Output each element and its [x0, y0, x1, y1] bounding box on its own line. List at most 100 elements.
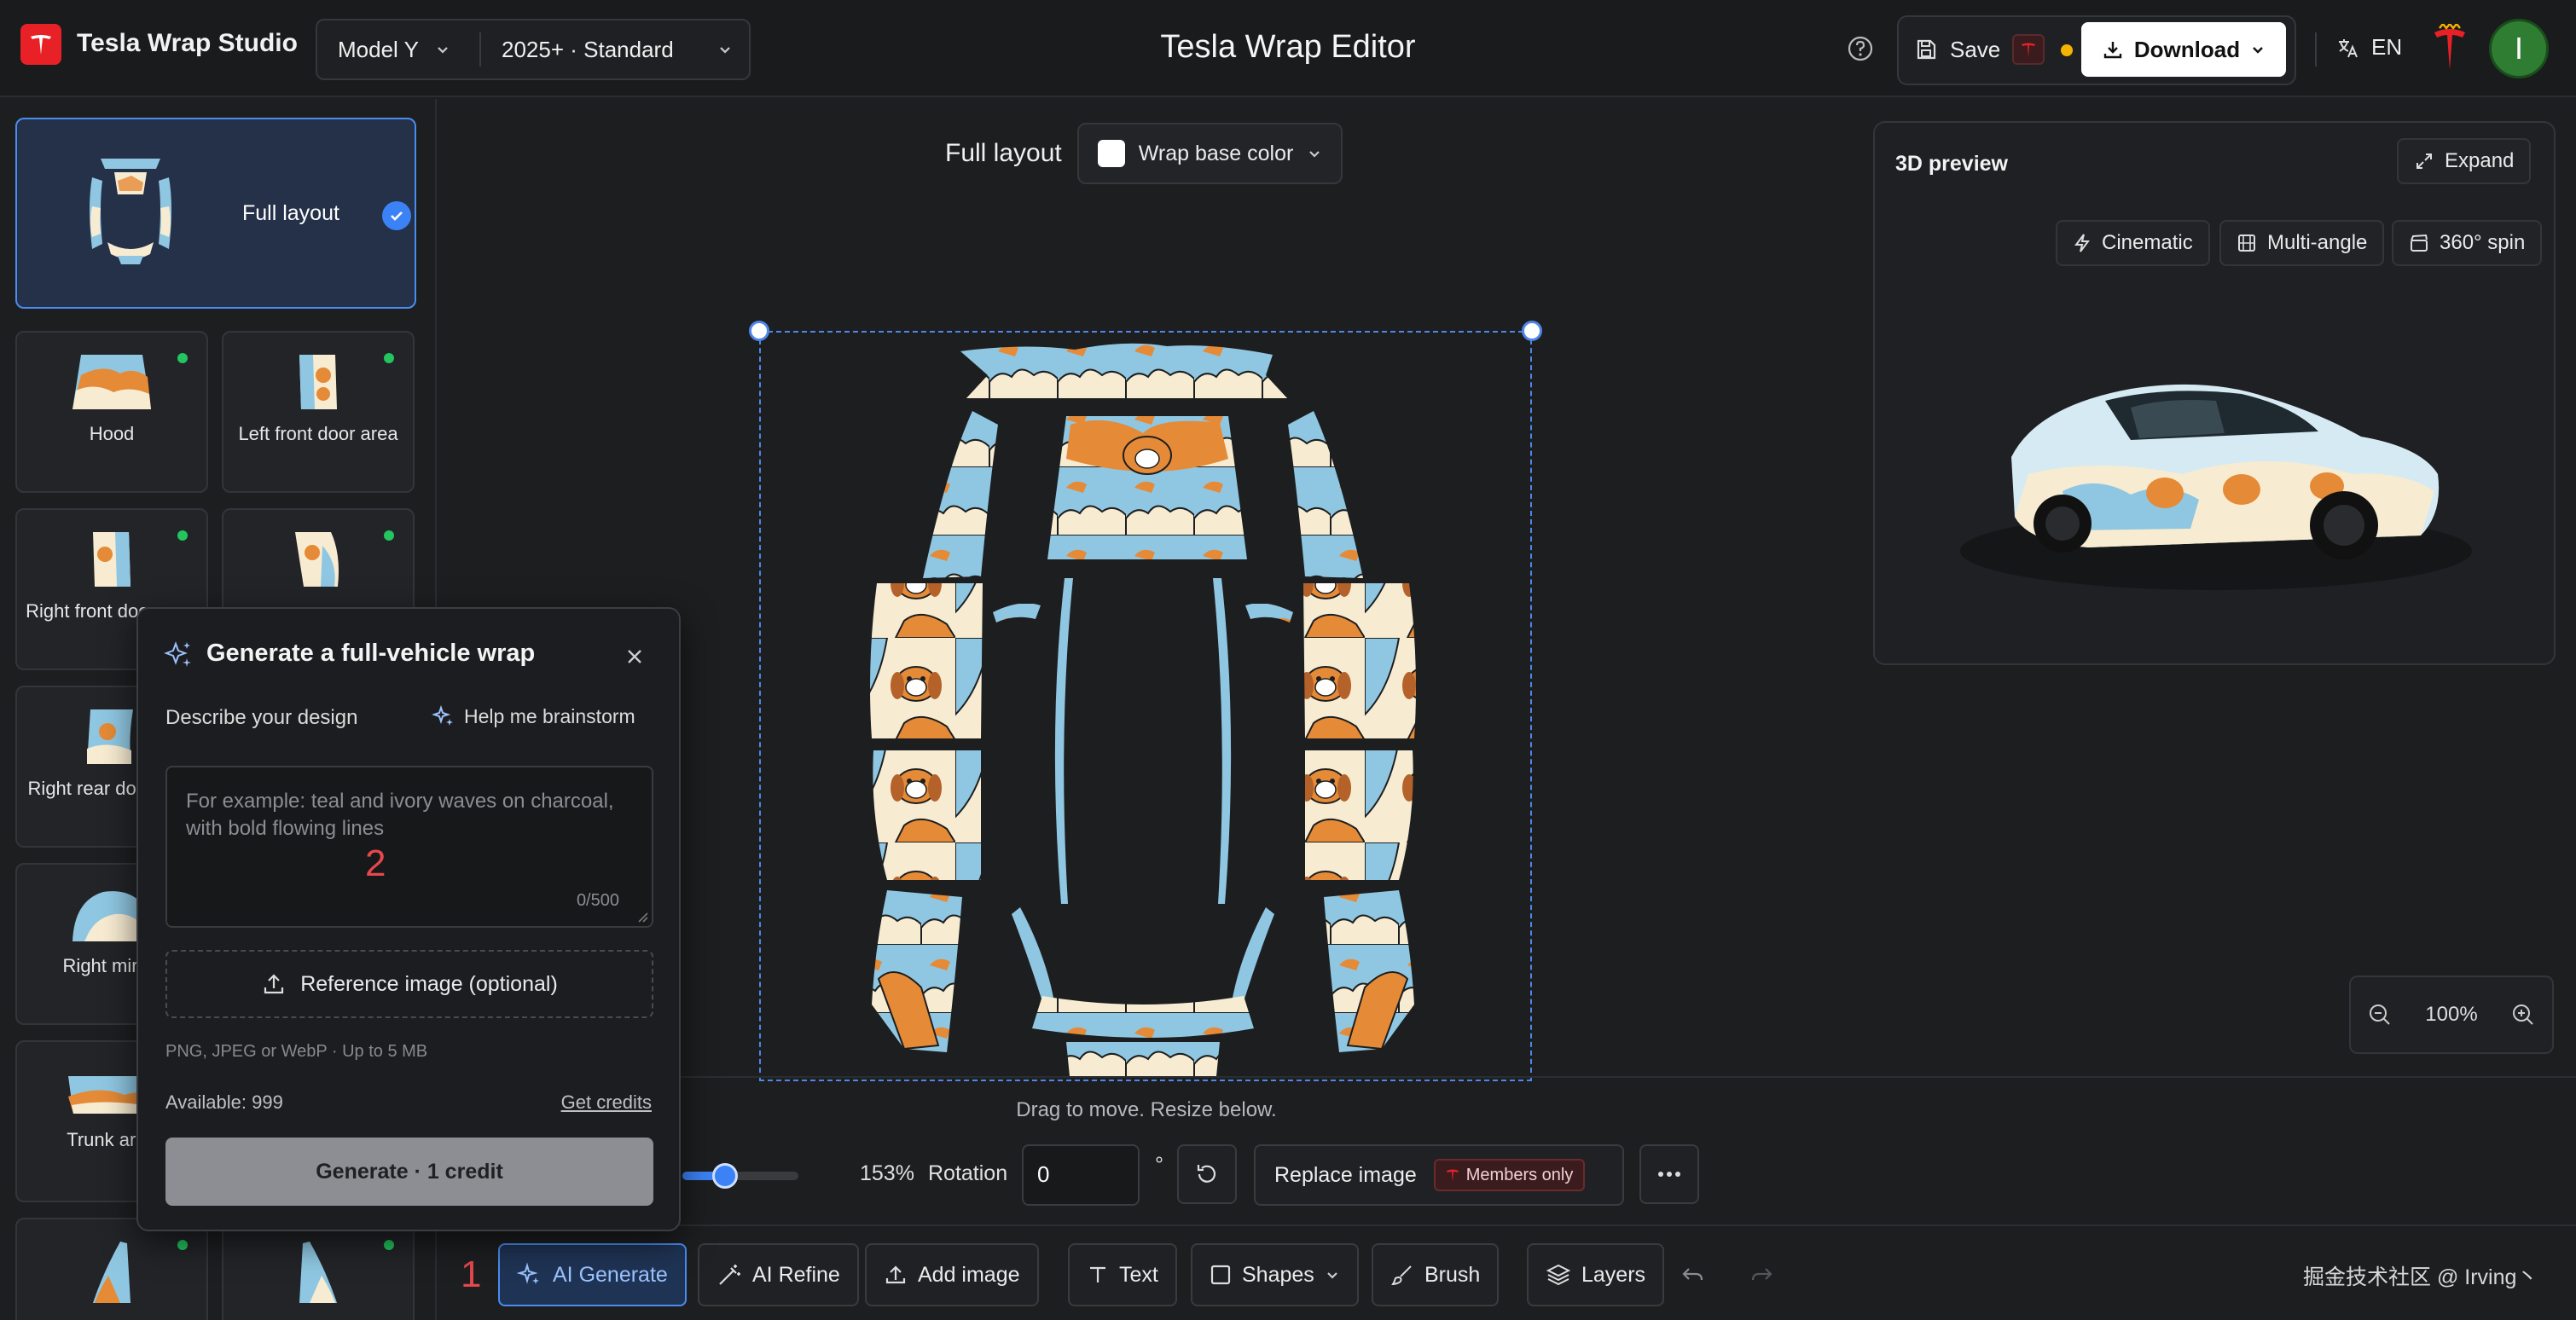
describe-design-label: Describe your design — [165, 706, 358, 729]
wrap-layout-artwork[interactable] — [853, 331, 1433, 1076]
translate-icon — [2335, 35, 2361, 61]
download-button[interactable]: Download — [2081, 22, 2286, 77]
expand-button[interactable]: Expand — [2397, 138, 2532, 184]
premium-badge-icon — [2012, 34, 2045, 65]
resize-grip-icon[interactable] — [636, 911, 648, 923]
watermark-text: 掘金技术社区 @ Irving丶 — [2303, 1265, 2538, 1289]
degree-symbol: ° — [1155, 1153, 1163, 1177]
preview-panel: 3D preview Expand Cinematic Multi-angle … — [1873, 121, 2556, 665]
chevron-down-icon — [1325, 1267, 1340, 1282]
lightning-icon — [2073, 233, 2092, 253]
layers-button[interactable]: Layers — [1527, 1243, 1665, 1306]
upload-icon — [884, 1263, 908, 1287]
full-layout-thumbnail — [84, 155, 177, 266]
reset-rotation-button[interactable] — [1177, 1144, 1237, 1204]
magic-wand-icon — [717, 1262, 742, 1288]
ai-refine-button[interactable]: AI Refine — [698, 1243, 859, 1306]
rotation-input[interactable]: 0 — [1022, 1144, 1140, 1206]
quarter-thumbnail — [293, 1238, 344, 1306]
rotation-label: Rotation — [928, 1161, 1008, 1185]
generate-button[interactable]: Generate · 1 credit — [165, 1138, 653, 1206]
mode-label: 360° spin — [2440, 231, 2526, 254]
divider — [438, 1224, 2576, 1226]
text-tool-button[interactable]: Text — [1068, 1243, 1177, 1306]
shapes-label: Shapes — [1242, 1262, 1314, 1287]
preview-title: 3D preview — [1895, 152, 2009, 176]
scale-slider-thumb[interactable] — [712, 1163, 738, 1189]
car-3d-render[interactable] — [1960, 346, 2472, 602]
preview-zoom-control: 100% — [2349, 976, 2554, 1054]
part-tile-left-front-door[interactable]: Left front door area — [222, 331, 415, 493]
language-switcher[interactable]: EN — [2335, 34, 2402, 61]
save-button[interactable]: Save — [1914, 22, 2045, 77]
tesla-crest-icon[interactable] — [2433, 24, 2467, 73]
add-image-button[interactable]: Add image — [865, 1243, 1039, 1306]
divider — [2315, 32, 2317, 67]
door-thumbnail — [86, 529, 137, 590]
hood-thumbnail — [69, 351, 154, 413]
zoom-out-icon[interactable] — [2367, 1002, 2393, 1028]
resize-handle-top-left[interactable] — [749, 321, 769, 341]
door-thumbnail — [82, 706, 142, 767]
zoom-level: 100% — [2425, 1003, 2478, 1026]
help-me-brainstorm-button[interactable]: Help me brainstorm — [432, 704, 635, 728]
part-tile-quarter-left[interactable] — [15, 1218, 208, 1320]
sparkles-icon — [164, 640, 194, 670]
close-icon[interactable] — [623, 645, 647, 669]
brush-tool-button[interactable]: Brush — [1372, 1243, 1500, 1306]
more-options-button[interactable] — [1639, 1144, 1699, 1204]
dialog-title: Generate a full-vehicle wrap — [206, 640, 536, 667]
part-tile-quarter-right[interactable] — [222, 1218, 415, 1320]
language-label: EN — [2371, 34, 2403, 60]
mode-label: Cinematic — [2102, 231, 2193, 254]
ai-refine-label: AI Refine — [752, 1262, 840, 1287]
checkmark-icon — [382, 201, 411, 230]
sparkles-icon — [432, 704, 455, 728]
ellipsis-icon — [1656, 1171, 1682, 1178]
annotation-marker-2: 2 — [365, 842, 386, 884]
square-icon — [1210, 1264, 1232, 1286]
save-icon — [1914, 38, 1938, 61]
status-dot — [177, 530, 188, 541]
part-tile-label: Left front door area — [238, 423, 398, 444]
redo-icon[interactable] — [1749, 1262, 1774, 1288]
download-label: Download — [2133, 36, 2241, 62]
part-tile-hood[interactable]: Hood — [15, 331, 208, 493]
canvas-header: Full layout Wrap base color — [945, 123, 1343, 184]
expand-label: Expand — [2445, 149, 2515, 172]
get-credits-link[interactable]: Get credits — [561, 1091, 652, 1114]
text-label: Text — [1119, 1262, 1158, 1287]
mode-multi-angle-button[interactable]: Multi-angle — [2219, 220, 2385, 266]
wrap-base-color-label: Wrap base color — [1138, 141, 1294, 165]
mode-cinematic-button[interactable]: Cinematic — [2056, 220, 2210, 266]
mode-360-spin-button[interactable]: 360° spin — [2392, 220, 2543, 266]
resize-handle-top-right[interactable] — [1522, 321, 1542, 341]
scale-percent: 153% — [860, 1161, 914, 1185]
character-count: 0/500 — [576, 891, 619, 910]
expand-icon — [2414, 151, 2434, 171]
user-avatar[interactable]: I — [2489, 19, 2549, 78]
replace-image-button[interactable]: Replace image Members only — [1254, 1144, 1624, 1206]
door-thumbnail — [288, 529, 348, 590]
design-prompt-textarea[interactable]: For example: teal and ivory waves on cha… — [165, 766, 653, 928]
ai-generate-button[interactable]: AI Generate — [498, 1243, 687, 1306]
brush-label: Brush — [1424, 1262, 1481, 1287]
wrap-base-color-button[interactable]: Wrap base color — [1076, 123, 1343, 184]
reference-image-upload[interactable]: Reference image (optional) — [165, 950, 653, 1018]
layers-label: Layers — [1581, 1262, 1646, 1287]
generate-wrap-dialog: Generate a full-vehicle wrap Describe yo… — [136, 607, 681, 1231]
members-only-label: Members only — [1465, 1165, 1574, 1184]
layers-icon — [1546, 1262, 1571, 1288]
status-dot — [177, 353, 188, 363]
help-icon[interactable] — [1846, 34, 1875, 63]
file-format-hint: PNG, JPEG or WebP · Up to 5 MB — [165, 1042, 428, 1061]
part-tile-label: Full layout — [242, 201, 339, 225]
brainstorm-label: Help me brainstorm — [464, 704, 635, 727]
part-tile-full-layout[interactable]: Full layout — [15, 118, 416, 309]
undo-icon[interactable] — [1680, 1262, 1706, 1288]
text-icon — [1087, 1264, 1109, 1286]
sparkles-icon — [517, 1262, 542, 1288]
shapes-tool-button[interactable]: Shapes — [1191, 1243, 1359, 1306]
reference-image-label: Reference image (optional) — [300, 971, 558, 996]
zoom-in-icon[interactable] — [2510, 1002, 2536, 1028]
